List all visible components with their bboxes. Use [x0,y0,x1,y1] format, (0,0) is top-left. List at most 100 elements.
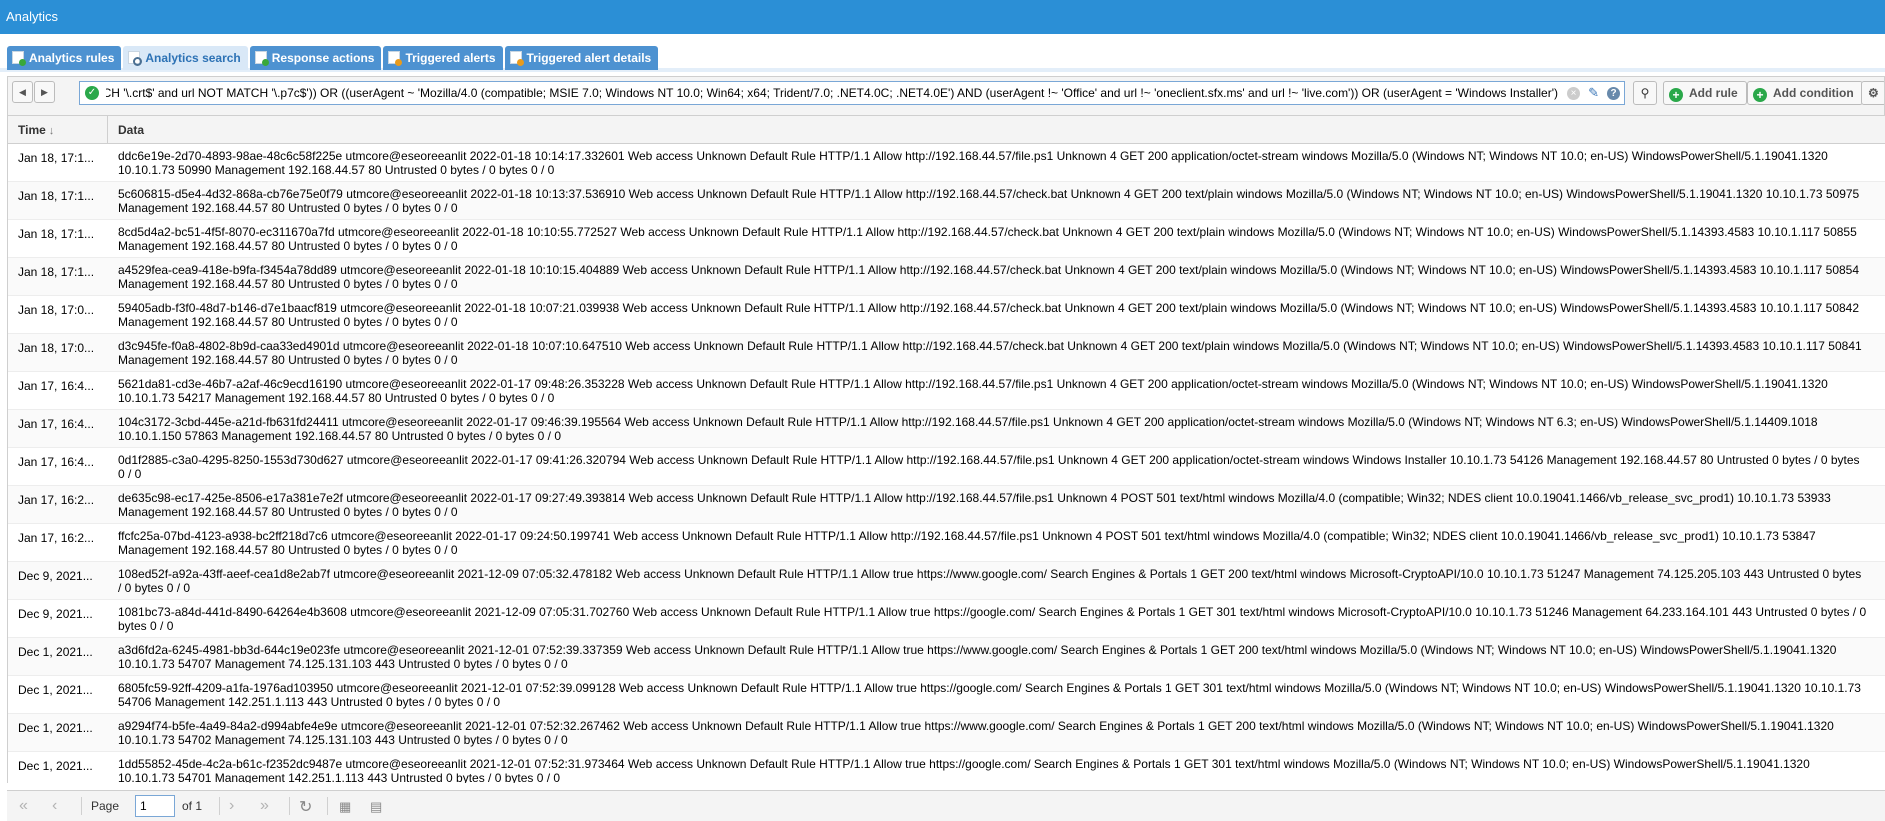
alert-details-icon [509,51,524,66]
row-time: Jan 18, 17:1... [18,189,95,203]
row-time: Jan 18, 17:0... [18,341,95,355]
refresh-icon[interactable]: ↻ [299,797,312,817]
table-row[interactable]: Dec 1, 2021... a9294f74-b5fe-4a49-84a2-d9… [8,714,1885,752]
row-data: 8cd5d4a2-bc51-4f5f-8070-ec311670a7fd utm… [118,225,1857,253]
add-rule-label: Add rule [1689,86,1738,100]
row-data: 0d1f2885-c3a0-4295-8250-1553d730d627 utm… [118,453,1860,481]
row-time: Dec 1, 2021... [18,683,93,697]
list-view-icon[interactable]: ▤ [370,799,382,815]
table-row[interactable]: Dec 9, 2021... 108ed52f-a92a-43ff-aeef-ce… [8,562,1885,600]
table-row[interactable]: Jan 18, 17:1... 5c606815-d5e4-4d32-868a-c… [8,182,1885,220]
table-row[interactable]: Jan 17, 16:4... 104c3172-3cbd-445e-a21d-f… [8,410,1885,448]
page-count-label: of 1 [182,799,203,813]
table-row[interactable]: Dec 1, 2021... 1dd55852-45de-4c2a-b61c-f2… [8,752,1885,783]
query-text: url MATCH '\.crt$' and url NOT MATCH '\.… [106,86,1558,100]
arrow-right-icon: ▶ [41,87,48,97]
row-data: ffcfc25a-07bd-4123-a938-bc2ff218d7c6 utm… [118,529,1816,557]
overflow-button[interactable]: ⚙ [1861,81,1884,105]
history-forward-button[interactable]: ▶ [34,81,55,103]
row-data: d3c945fe-f0a8-4802-8b9d-caa33ed4901d utm… [118,339,1862,367]
table-row[interactable]: Jan 18, 17:1... a4529fea-cea9-418e-b9fa-f… [8,258,1885,296]
add-condition-button[interactable]: + Add condition [1747,81,1863,105]
search-toolbar: ◀ ▶ ✓ url MATCH '\.crt$' and url NOT MATC… [7,76,1885,116]
tab-analytics-rules[interactable]: Analytics rules [7,46,122,70]
table-row[interactable]: Jan 17, 16:2... ffcfc25a-07bd-4123-a938-b… [8,524,1885,562]
table-row[interactable]: Jan 18, 17:1... 8cd5d4a2-bc51-4f5f-8070-e… [8,220,1885,258]
row-data: 108ed52f-a92a-43ff-aeef-cea1d8e2ab7f utm… [118,567,1862,595]
row-data: ddc6e19e-2d70-4893-98ae-48c6c58f225e utm… [118,149,1828,177]
magnifier-icon: ⚲ [1640,86,1650,100]
plus-circle-icon: + [1669,88,1683,102]
row-time: Dec 1, 2021... [18,721,93,735]
tab-label: Response actions [271,51,375,65]
table-row[interactable]: Dec 1, 2021... 6805fc59-92ff-4209-a1fa-19… [8,676,1885,714]
arrow-left-icon: ◀ [19,87,26,97]
table-row[interactable]: Jan 17, 16:4... 0d1f2885-c3a0-4295-8250-1… [8,448,1885,486]
row-time: Jan 18, 17:0... [18,303,95,317]
alert-icon [388,51,403,66]
tab-label: Triggered alert details [526,51,652,65]
row-time: Jan 18, 17:1... [18,265,95,279]
actions-icon [254,51,269,66]
table-row[interactable]: Jan 18, 17:1... ddc6e19e-2d70-4893-98ae-4… [8,144,1885,182]
app-title: Analytics [6,9,59,24]
rules-icon [12,51,26,66]
edit-pencil-icon[interactable]: ✎ [1588,85,1599,101]
next-page-icon[interactable]: › [229,797,234,815]
row-data: a9294f74-b5fe-4a49-84a2-d994abfe4e9e utm… [118,719,1834,747]
row-data: 1dd55852-45de-4c2a-b61c-f2352dc9487e utm… [118,757,1810,783]
add-rule-button[interactable]: + Add rule [1663,81,1747,105]
divider [327,797,328,815]
table-row[interactable]: Jan 18, 17:0... 59405adb-f3f0-48d7-b146-d… [8,296,1885,334]
column-header-data[interactable]: Data [108,116,144,144]
column-time-label: Time [18,123,46,137]
search-button[interactable]: ⚲ [1633,81,1657,105]
row-data: 104c3172-3cbd-445e-a21d-fb631fd24411 utm… [118,415,1818,443]
help-icon[interactable]: ? [1607,87,1620,100]
row-time: Jan 18, 17:1... [18,151,95,165]
first-page-icon[interactable]: « [19,797,28,815]
table-row[interactable]: Jan 17, 16:2... de635c98-ec17-425e-8506-e… [8,486,1885,524]
row-data: 5c606815-d5e4-4d32-868a-cb76e75e0f79 utm… [118,187,1860,215]
history-back-button[interactable]: ◀ [12,81,33,103]
divider [289,797,290,815]
row-data: 5621da81-cd3e-46b7-a2af-46c9ecd16190 utm… [118,377,1828,405]
search-doc-icon [128,51,143,66]
tab-analytics-search[interactable]: Analytics search [123,46,248,70]
app-title-bar: Analytics [0,0,1885,34]
tab-label: Analytics search [145,51,241,65]
divider [81,797,82,815]
tab-triggered-alerts[interactable]: Triggered alerts [383,46,503,70]
row-time: Dec 9, 2021... [18,607,93,621]
table-row[interactable]: Dec 1, 2021... a3d6fd2a-6245-4981-bb3d-64… [8,638,1885,676]
sort-down-icon: ↓ [48,125,55,137]
table-row[interactable]: Dec 9, 2021... 1081bc73-a84d-441d-8490-64… [8,600,1885,638]
row-data: 6805fc59-92ff-4209-a1fa-1976ad103950 utm… [118,681,1861,709]
query-input[interactable]: ✓ url MATCH '\.crt$' and url NOT MATCH '… [79,81,1625,105]
row-time: Jan 17, 16:4... [18,379,95,393]
settings-icon: ⚙ [1868,86,1879,100]
row-time: Jan 17, 16:4... [18,455,95,469]
tab-triggered-alert-details[interactable]: Triggered alert details [504,46,659,70]
tab-label: Triggered alerts [405,51,496,65]
row-time: Jan 17, 16:2... [18,531,95,545]
grid-view-icon[interactable]: ▦ [339,799,351,815]
row-time: Jan 17, 16:4... [18,417,95,431]
last-page-icon[interactable]: » [260,797,269,815]
page-number-input[interactable] [135,795,175,817]
column-header-time[interactable]: Time ↓ [8,116,108,144]
pagination-bar: « ‹ Page of 1 › » ↻ ▦ ▤ [7,790,1885,821]
add-condition-label: Add condition [1773,86,1854,100]
row-time: Jan 18, 17:1... [18,227,95,241]
row-data: a4529fea-cea9-418e-b9fa-f3454a78dd89 utm… [118,263,1860,291]
prev-page-icon[interactable]: ‹ [52,797,57,815]
row-time: Dec 1, 2021... [18,645,93,659]
tab-response-actions[interactable]: Response actions [249,46,382,70]
valid-check-icon: ✓ [85,86,99,100]
table-row[interactable]: Jan 17, 16:4... 5621da81-cd3e-46b7-a2af-4… [8,372,1885,410]
table-row[interactable]: Jan 18, 17:0... d3c945fe-f0a8-4802-8b9d-c… [8,334,1885,372]
tab-label: Analytics rules [29,51,115,65]
grid-rows: Jan 18, 17:1... ddc6e19e-2d70-4893-98ae-4… [8,144,1885,783]
results-grid: Time ↓ Data Jan 18, 17:1... ddc6e19e-2d70-… [7,116,1885,783]
clear-query-icon[interactable]: × [1567,87,1580,100]
